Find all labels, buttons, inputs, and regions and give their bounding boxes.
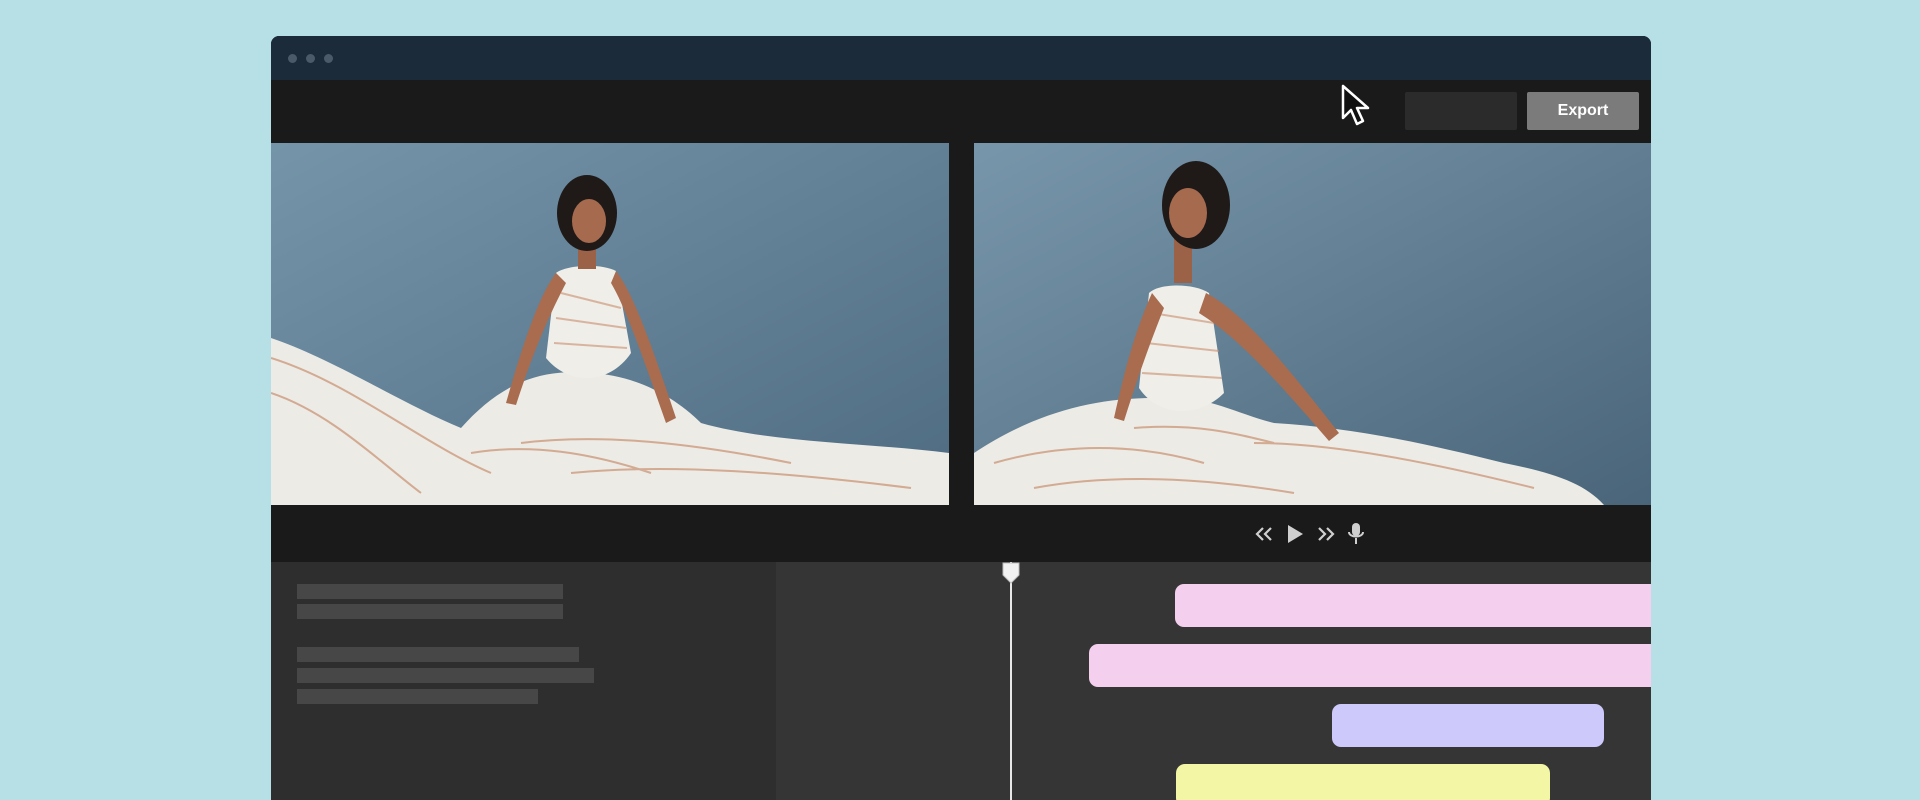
mouse-cursor <box>1341 84 1370 126</box>
placeholder-line <box>297 604 563 619</box>
rewind-icon[interactable] <box>1251 521 1277 547</box>
timeline-panel <box>776 562 1651 800</box>
placeholder-line <box>297 689 538 704</box>
window-dot[interactable] <box>324 54 333 63</box>
playhead-line[interactable] <box>1010 562 1012 800</box>
properties-panel <box>271 562 776 800</box>
timeline-clip[interactable] <box>1332 704 1604 747</box>
title-bar <box>271 36 1651 80</box>
placeholder-line <box>297 668 594 683</box>
window-dot[interactable] <box>306 54 315 63</box>
fast-forward-icon[interactable] <box>1313 521 1339 547</box>
play-icon[interactable] <box>1282 521 1308 547</box>
timeline-clip[interactable] <box>1175 584 1651 627</box>
toolbar: Export <box>271 80 1651 143</box>
timeline-clip[interactable] <box>1176 764 1550 800</box>
window-dot[interactable] <box>288 54 297 63</box>
preview-edited <box>974 143 1651 505</box>
photo-model-seated <box>271 143 949 505</box>
secondary-button[interactable] <box>1405 92 1517 130</box>
playhead-handle[interactable] <box>1002 562 1020 584</box>
placeholder-line <box>297 647 579 662</box>
microphone-icon[interactable] <box>1343 521 1369 547</box>
editor-window: Export <box>271 36 1651 800</box>
export-button[interactable]: Export <box>1527 92 1639 130</box>
preview-original <box>271 143 949 505</box>
placeholder-line <box>297 584 563 599</box>
photo-model-smiling <box>974 143 1651 505</box>
timeline-clip[interactable] <box>1089 644 1651 687</box>
transport-controls <box>271 505 1651 562</box>
